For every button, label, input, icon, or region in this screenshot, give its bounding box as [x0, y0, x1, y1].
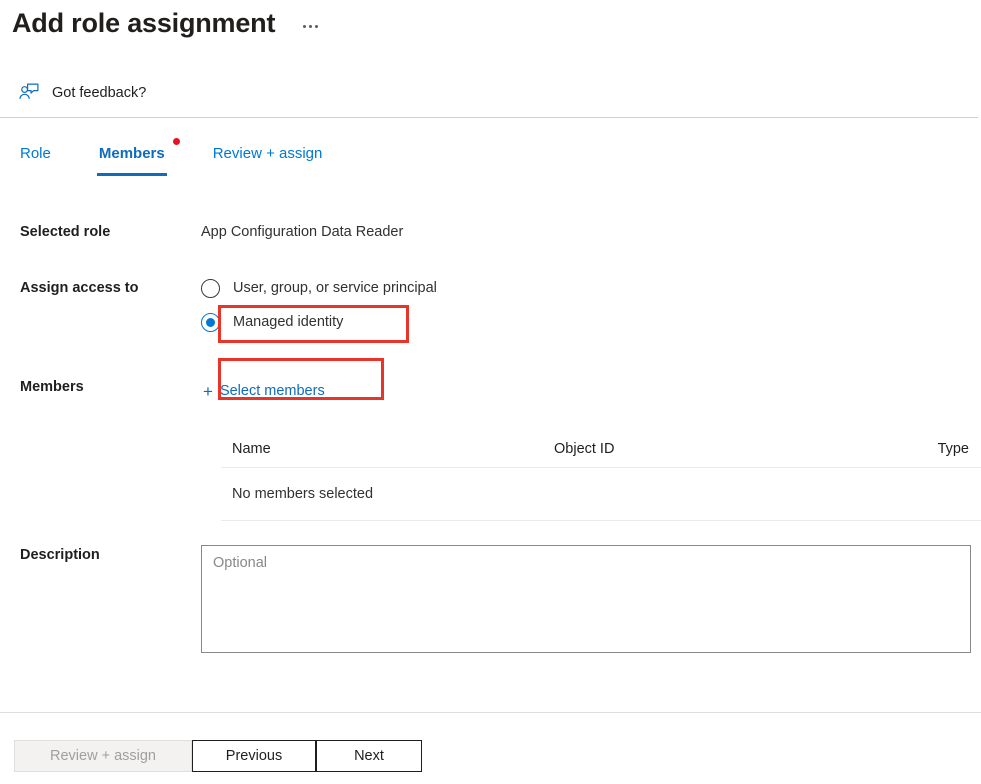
tab-review-assign[interactable]: Review + assign	[211, 140, 325, 176]
members-table-empty-text: No members selected	[221, 486, 554, 502]
select-members-label: Select members	[220, 381, 325, 401]
tab-members[interactable]: Members	[97, 140, 167, 176]
field-selected-role: Selected role App Configuration Data Rea…	[0, 222, 981, 242]
select-members-button[interactable]: + Select members	[201, 377, 327, 405]
ellipsis-dot	[315, 25, 318, 28]
next-button[interactable]: Next	[316, 740, 422, 772]
members-table-header: Name Object ID Type	[221, 430, 981, 468]
got-feedback-link[interactable]: Got feedback?	[18, 82, 146, 104]
assign-access-to-label: Assign access to	[0, 278, 201, 298]
selected-role-value: App Configuration Data Reader	[201, 222, 981, 242]
column-header-name: Name	[221, 441, 554, 457]
page-header: Add role assignment	[0, 0, 981, 46]
members-table-empty-row: No members selected	[221, 468, 981, 521]
radio-user-group-service-principal-label: User, group, or service principal	[233, 278, 437, 298]
tab-role[interactable]: Role	[18, 140, 53, 176]
assign-access-radio-group: User, group, or service principal Manage…	[201, 278, 981, 332]
radio-managed-identity[interactable]: Managed identity	[201, 312, 981, 332]
selected-role-label: Selected role	[0, 222, 201, 242]
got-feedback-label: Got feedback?	[52, 83, 146, 103]
wizard-tabs: Role Members Review + assign	[18, 140, 324, 176]
tab-review-assign-label: Review + assign	[213, 145, 323, 162]
column-header-type: Type	[909, 441, 981, 457]
person-feedback-icon	[18, 82, 40, 104]
ellipsis-icon[interactable]	[301, 21, 320, 32]
ellipsis-dot	[309, 25, 312, 28]
footer-divider	[0, 712, 981, 713]
add-role-assignment-page: Add role assignment Got feedback? Role M…	[0, 0, 981, 784]
ellipsis-dot	[303, 25, 306, 28]
radio-user-group-service-principal[interactable]: User, group, or service principal	[201, 278, 981, 298]
description-label: Description	[0, 545, 201, 565]
plus-icon: +	[203, 383, 213, 400]
description-input[interactable]	[201, 545, 971, 653]
page-title: Add role assignment	[12, 6, 275, 40]
review-and-assign-button[interactable]: Review + assign	[14, 740, 192, 772]
tab-role-label: Role	[20, 145, 51, 162]
tab-members-label: Members	[99, 145, 165, 162]
previous-button[interactable]: Previous	[192, 740, 316, 772]
members-table: Name Object ID Type No members selected	[221, 430, 981, 521]
column-header-object-id: Object ID	[554, 441, 909, 457]
required-dot-icon	[173, 138, 180, 145]
field-members: Members + Select members	[0, 377, 981, 405]
field-assign-access-to: Assign access to User, group, or service…	[0, 278, 981, 332]
radio-managed-identity-label: Managed identity	[233, 312, 343, 332]
radio-checked-icon	[201, 313, 220, 332]
field-description: Description	[0, 545, 981, 653]
role-assignment-form: Selected role App Configuration Data Rea…	[0, 200, 981, 405]
header-divider	[0, 117, 978, 118]
members-label: Members	[0, 377, 201, 397]
footer-actions: Review + assign Previous Next	[14, 740, 422, 772]
radio-unchecked-icon	[201, 279, 220, 298]
